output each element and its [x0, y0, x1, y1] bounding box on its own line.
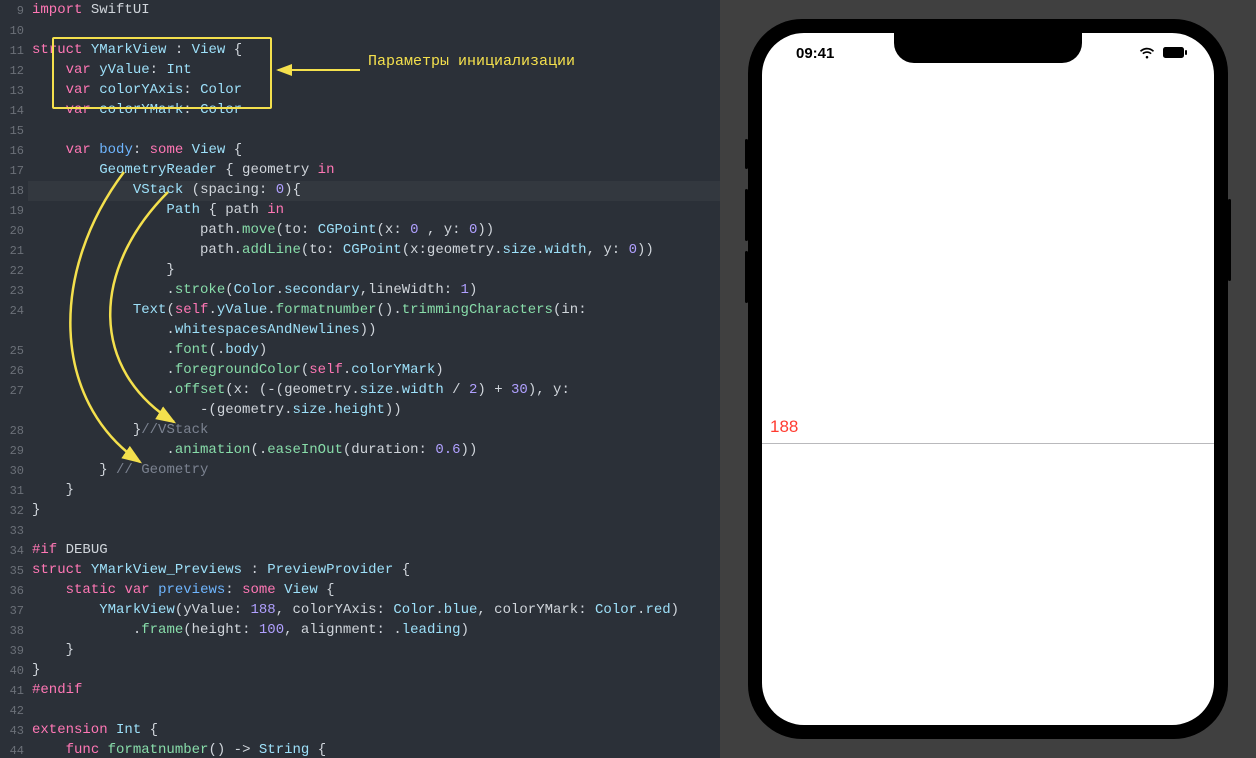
line-number[interactable]: 17	[0, 161, 28, 181]
annotation-label: Параметры инициализации	[368, 52, 575, 72]
line-number[interactable]: 27	[0, 381, 28, 401]
line-number[interactable]: 22	[0, 261, 28, 281]
code-line[interactable]: .foregroundColor(self.colorYMark)	[32, 360, 679, 380]
code-line[interactable]	[32, 120, 679, 140]
code-line[interactable]: import SwiftUI	[32, 0, 679, 20]
line-number[interactable]: 31	[0, 481, 28, 501]
line-number[interactable]: 28	[0, 421, 28, 441]
line-number[interactable]: 12	[0, 61, 28, 81]
code-line[interactable]: }//VStack	[32, 420, 679, 440]
code-line[interactable]: YMarkView(yValue: 188, colorYAxis: Color…	[32, 600, 679, 620]
code-line[interactable]: .frame(height: 100, alignment: .leading)	[32, 620, 679, 640]
phone-power-button	[1228, 199, 1231, 281]
phone-volume-up	[745, 189, 748, 241]
ymark-value: 188	[770, 417, 798, 437]
code-line[interactable]: }	[32, 500, 679, 520]
line-number[interactable]: 41	[0, 681, 28, 701]
line-number[interactable]: 30	[0, 461, 28, 481]
line-number[interactable]: 23	[0, 281, 28, 301]
phone-screen[interactable]: 09:41 188	[762, 33, 1214, 725]
status-time: 09:41	[796, 45, 834, 62]
code-line[interactable]: .offset(x: (-(geometry.size.width / 2) +…	[32, 380, 679, 400]
line-number[interactable]: 33	[0, 521, 28, 541]
phone-mute-switch	[745, 139, 748, 169]
line-gutter[interactable]: 9101112131415161718192021222324 252627 282…	[0, 0, 28, 758]
line-number[interactable]: 18	[0, 181, 28, 201]
code-line[interactable]: } // Geometry	[32, 460, 679, 480]
line-number[interactable]: 21	[0, 241, 28, 261]
line-number[interactable]: 29	[0, 441, 28, 461]
code-line[interactable]: func formatnumber() -> String {	[32, 740, 679, 758]
code-line[interactable]: }	[32, 480, 679, 500]
code-line[interactable]: .whitespacesAndNewlines))	[32, 320, 679, 340]
line-number[interactable]: 19	[0, 201, 28, 221]
code-line[interactable]: extension Int {	[32, 720, 679, 740]
code-line[interactable]: static var previews: some View {	[32, 580, 679, 600]
line-number[interactable]: 36	[0, 581, 28, 601]
line-number[interactable]: 42	[0, 701, 28, 721]
line-number[interactable]: 26	[0, 361, 28, 381]
ymark-view: 188	[762, 443, 1214, 444]
phone-bezel: 09:41 188	[748, 19, 1228, 739]
code-line[interactable]: var colorYMark: Color	[32, 100, 679, 120]
line-number[interactable]: 16	[0, 141, 28, 161]
code-editor[interactable]: 9101112131415161718192021222324 252627 282…	[0, 0, 720, 758]
status-bar: 09:41	[762, 43, 1214, 65]
code-line[interactable]	[32, 520, 679, 540]
battery-icon	[1162, 46, 1188, 59]
line-number[interactable]: 38	[0, 621, 28, 641]
code-line[interactable]: Text(self.yValue.formatnumber().trimming…	[32, 300, 679, 320]
line-number[interactable]: 14	[0, 101, 28, 121]
code-area[interactable]: import SwiftUI struct YMarkView : View {…	[32, 0, 679, 758]
code-line[interactable]: -(geometry.size.height))	[32, 400, 679, 420]
code-line[interactable]: struct YMarkView : View {	[32, 40, 679, 60]
code-line[interactable]: #endif	[32, 680, 679, 700]
wifi-icon	[1138, 46, 1156, 59]
code-line[interactable]: var yValue: Int	[32, 60, 679, 80]
line-number[interactable]: 40	[0, 661, 28, 681]
code-line[interactable]: path.move(to: CGPoint(x: 0 , y: 0))	[32, 220, 679, 240]
line-number[interactable]: 15	[0, 121, 28, 141]
line-number[interactable]: 39	[0, 641, 28, 661]
code-line[interactable]: }	[32, 660, 679, 680]
line-number[interactable]	[0, 401, 28, 421]
line-number[interactable]: 34	[0, 541, 28, 561]
code-line[interactable]: Path { path in	[32, 200, 679, 220]
code-line[interactable]: VStack (spacing: 0){	[32, 180, 679, 200]
line-number[interactable]: 35	[0, 561, 28, 581]
code-line[interactable]: .stroke(Color.secondary,lineWidth: 1)	[32, 280, 679, 300]
line-number[interactable]: 24	[0, 301, 28, 321]
line-number[interactable]: 10	[0, 21, 28, 41]
phone-volume-down	[745, 251, 748, 303]
code-line[interactable]: }	[32, 260, 679, 280]
code-line[interactable]: }	[32, 640, 679, 660]
code-line[interactable]	[32, 700, 679, 720]
line-number[interactable]: 43	[0, 721, 28, 741]
ymark-axis-line	[762, 443, 1214, 444]
line-number[interactable]: 11	[0, 41, 28, 61]
code-line[interactable]: struct YMarkView_Previews : PreviewProvi…	[32, 560, 679, 580]
code-line[interactable]: GeometryReader { geometry in	[32, 160, 679, 180]
code-line[interactable]: var colorYAxis: Color	[32, 80, 679, 100]
code-line[interactable]: .font(.body)	[32, 340, 679, 360]
code-line[interactable]: var body: some View {	[32, 140, 679, 160]
line-number[interactable]	[0, 321, 28, 341]
line-number[interactable]: 13	[0, 81, 28, 101]
line-number[interactable]: 32	[0, 501, 28, 521]
line-number[interactable]: 25	[0, 341, 28, 361]
line-number[interactable]: 37	[0, 601, 28, 621]
line-number[interactable]: 9	[0, 1, 28, 21]
code-line[interactable]: .animation(.easeInOut(duration: 0.6))	[32, 440, 679, 460]
ide-window: 9101112131415161718192021222324 252627 282…	[0, 0, 1256, 758]
line-number[interactable]: 44	[0, 741, 28, 758]
code-line[interactable]: #if DEBUG	[32, 540, 679, 560]
code-line[interactable]: path.addLine(to: CGPoint(x:geometry.size…	[32, 240, 679, 260]
line-number[interactable]: 20	[0, 221, 28, 241]
preview-panel: 09:41 188	[720, 0, 1256, 758]
code-line[interactable]	[32, 20, 679, 40]
